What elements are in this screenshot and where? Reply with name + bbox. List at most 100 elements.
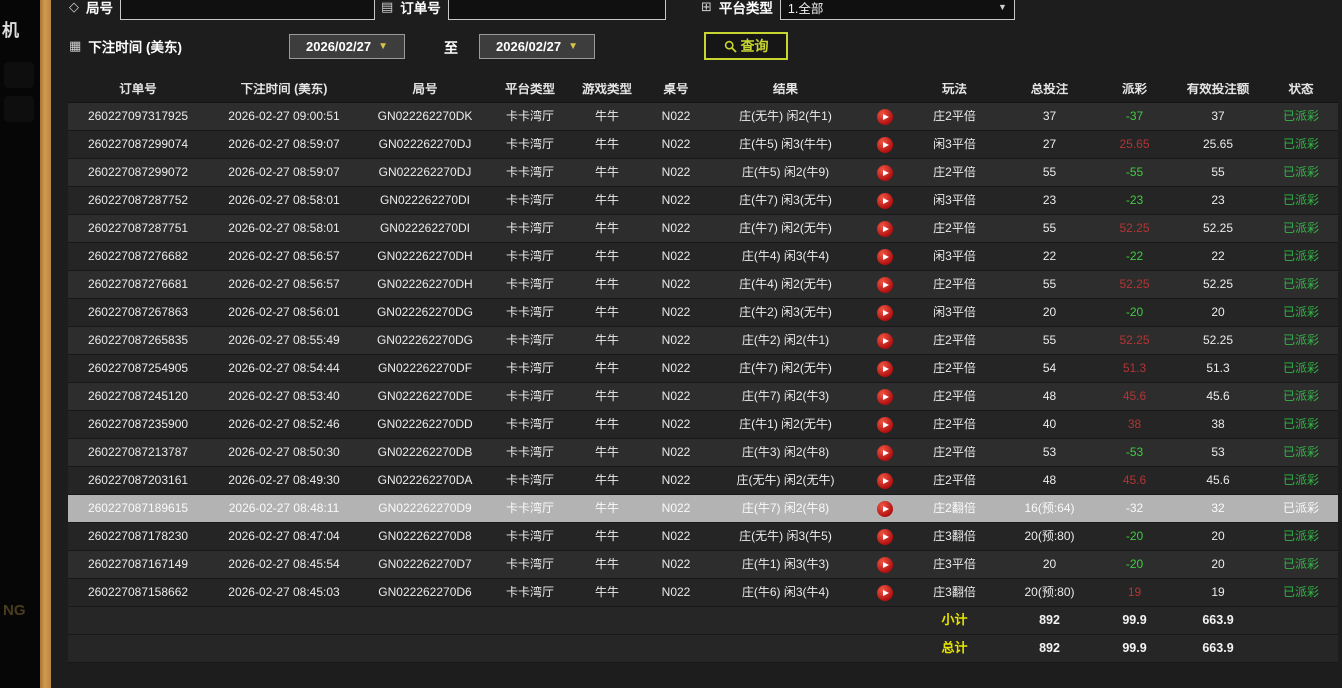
cell-payout: 52.25 [1097,222,1172,235]
cell-time: 2026-02-27 08:54:44 [208,362,360,375]
replay-cell [863,529,907,545]
column-header: 有效投注额 [1172,83,1264,97]
table-row[interactable]: 2602270872359002026-02-27 08:52:46GN0222… [68,411,1338,439]
replay-button[interactable] [877,361,893,377]
background-menu-item [4,96,34,122]
screen: 机 NG ◇ 局号 ▤ 订单号 ⊞ 平台类型 1.全部 ▼ ▦ 下注时间 (美东… [0,0,1342,688]
cell-game: GN022262270D9 [360,502,490,515]
game-no-label: 局号 [86,0,113,17]
replay-button[interactable] [877,501,893,517]
cell-valid: 20 [1172,306,1264,319]
cell-result: 庄(牛2) 闲2(牛1) [708,334,863,347]
cell-payout: -20 [1097,306,1172,319]
footer-payout: 99.9 [1097,642,1172,656]
table-row[interactable]: 2602270872877512026-02-27 08:58:01GN0222… [68,215,1338,243]
cell-type: 牛牛 [570,586,644,599]
cell-play: 庄2平倍 [907,222,1002,235]
replay-cell [863,361,907,377]
table-row[interactable]: 2602270872990742026-02-27 08:59:07GN0222… [68,131,1338,159]
cell-payout: 51.3 [1097,362,1172,375]
table-row[interactable]: 2602270871896152026-02-27 08:48:11GN0222… [68,495,1338,523]
table-row[interactable]: 2602270872766822026-02-27 08:56:57GN0222… [68,243,1338,271]
replay-cell [863,109,907,125]
cell-status: 已派彩 [1264,362,1338,375]
table-row[interactable]: 2602270872031612026-02-27 08:49:30GN0222… [68,467,1338,495]
cell-game: GN022262270D8 [360,530,490,543]
cell-play: 庄2平倍 [907,166,1002,179]
game-no-input[interactable] [120,0,375,20]
replay-button[interactable] [877,165,893,181]
date-from-value: 2026/02/27 [306,39,371,54]
cell-order: 260227087245120 [68,390,208,403]
cell-payout: 52.25 [1097,334,1172,347]
table-row[interactable]: 2602270872451202026-02-27 08:53:40GN0222… [68,383,1338,411]
replay-button[interactable] [877,417,893,433]
cell-bet: 16(预:64) [1002,502,1097,515]
table-row[interactable]: 2602270871586622026-02-27 08:45:03GN0222… [68,579,1338,607]
table-row[interactable]: 2602270871671492026-02-27 08:45:54GN0222… [68,551,1338,579]
cell-payout: -32 [1097,502,1172,515]
play-icon [883,226,889,232]
column-header: 平台类型 [490,83,570,97]
order-no-input[interactable] [448,0,666,20]
table-row[interactable]: 2602270872549052026-02-27 08:54:44GN0222… [68,355,1338,383]
replay-button[interactable] [877,137,893,153]
replay-button[interactable] [877,249,893,265]
date-to-select[interactable]: 2026/02/27 ▼ [479,34,595,59]
replay-button[interactable] [877,557,893,573]
play-icon [883,310,889,316]
cell-type: 牛牛 [570,250,644,263]
cell-tableNo: N022 [644,446,708,459]
replay-button[interactable] [877,305,893,321]
replay-button[interactable] [877,277,893,293]
cell-valid: 51.3 [1172,362,1264,375]
replay-cell [863,165,907,181]
replay-button[interactable] [877,221,893,237]
table-row[interactable]: 2602270871782302026-02-27 08:47:04GN0222… [68,523,1338,551]
cell-bet: 37 [1002,110,1097,123]
cell-platform: 卡卡湾厅 [490,530,570,543]
cell-type: 牛牛 [570,390,644,403]
replay-button[interactable] [877,389,893,405]
replay-button[interactable] [877,333,893,349]
cell-order: 260227087213787 [68,446,208,459]
cell-time: 2026-02-27 08:56:57 [208,250,360,263]
date-from-select[interactable]: 2026/02/27 ▼ [289,34,405,59]
replay-button[interactable] [877,193,893,209]
table-row[interactable]: 2602270872678632026-02-27 08:56:01GN0222… [68,299,1338,327]
table-row[interactable]: 2602270872137872026-02-27 08:50:30GN0222… [68,439,1338,467]
cell-play: 庄2翻倍 [907,502,1002,515]
replay-button[interactable] [877,529,893,545]
platform-type-select[interactable]: 1.全部 ▼ [780,0,1015,20]
table-row[interactable]: 2602270973179252026-02-27 09:00:51GN0222… [68,103,1338,131]
query-button[interactable]: 查询 [704,32,788,60]
cell-status: 已派彩 [1264,502,1338,515]
table-row[interactable]: 2602270872658352026-02-27 08:55:49GN0222… [68,327,1338,355]
replay-button[interactable] [877,445,893,461]
replay-cell [863,389,907,405]
cell-valid: 45.6 [1172,390,1264,403]
replay-button[interactable] [877,109,893,125]
column-header: 局号 [360,83,490,97]
cell-tableNo: N022 [644,166,708,179]
cell-type: 牛牛 [570,138,644,151]
cell-game: GN022262270DG [360,306,490,319]
column-header: 订单号 [68,83,208,97]
cell-tableNo: N022 [644,418,708,431]
table-row[interactable]: 2602270872990722026-02-27 08:59:07GN0222… [68,159,1338,187]
replay-cell [863,557,907,573]
cell-bet: 54 [1002,362,1097,375]
play-icon [883,422,889,428]
play-icon [883,450,889,456]
calendar-icon: ▦ [69,38,81,54]
cell-platform: 卡卡湾厅 [490,334,570,347]
cell-order: 260227087189615 [68,502,208,515]
cell-game: GN022262270DB [360,446,490,459]
table-row[interactable]: 2602270872877522026-02-27 08:58:01GN0222… [68,187,1338,215]
cell-tableNo: N022 [644,306,708,319]
order-no-label: 订单号 [400,0,441,17]
replay-button[interactable] [877,585,893,601]
replay-button[interactable] [877,473,893,489]
cell-platform: 卡卡湾厅 [490,446,570,459]
table-row[interactable]: 2602270872766812026-02-27 08:56:57GN0222… [68,271,1338,299]
